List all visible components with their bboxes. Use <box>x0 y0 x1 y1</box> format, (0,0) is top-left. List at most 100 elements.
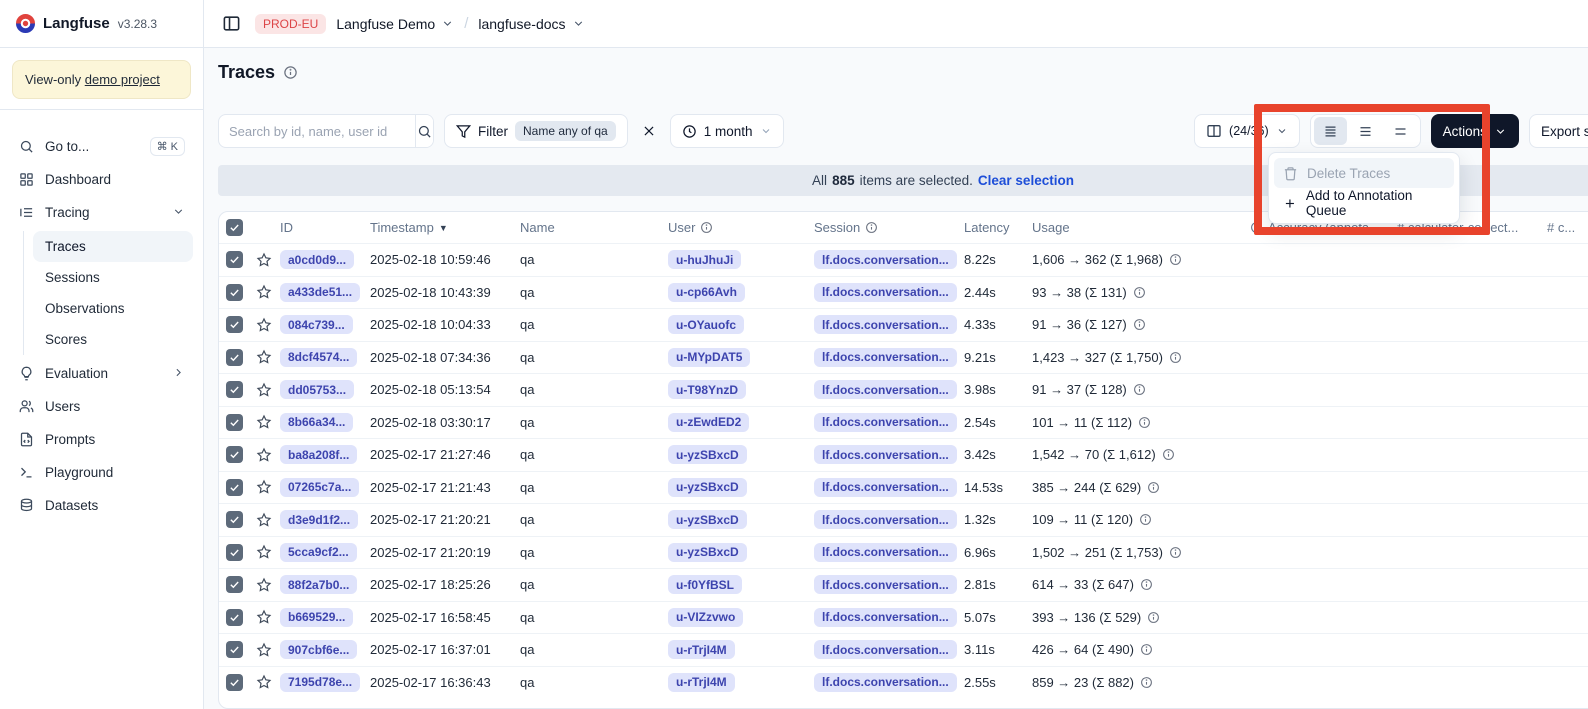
trace-id-badge[interactable]: 5cca9cf2... <box>280 543 357 562</box>
search-submit-button[interactable] <box>416 115 433 147</box>
table-row[interactable]: a0cd0d9... 2025-02-18 10:59:46 qa u-huJh… <box>219 243 1588 276</box>
sidebar-item-traces[interactable]: Traces <box>33 231 193 262</box>
column-header-session[interactable]: Session <box>814 220 964 235</box>
session-badge[interactable]: lf.docs.conversation... <box>814 543 957 562</box>
info-icon[interactable] <box>1133 383 1146 396</box>
user-badge[interactable]: u-rTrjI4M <box>668 640 735 659</box>
sidebar-item-scores[interactable]: Scores <box>33 324 193 355</box>
user-badge[interactable]: u-yzSBxcD <box>668 478 747 497</box>
star-icon[interactable] <box>256 382 272 398</box>
column-header-name[interactable]: Name <box>520 220 668 235</box>
row-checkbox[interactable] <box>226 284 243 301</box>
user-badge[interactable]: u-OYauofc <box>668 315 744 334</box>
star-icon[interactable] <box>256 512 272 528</box>
star-icon[interactable] <box>256 317 272 333</box>
star-icon[interactable] <box>256 674 272 690</box>
trace-id-badge[interactable]: b669529... <box>280 608 353 627</box>
trace-id-badge[interactable]: 07265c7a... <box>280 478 359 497</box>
row-checkbox[interactable] <box>226 674 243 691</box>
info-icon[interactable] <box>283 65 298 80</box>
row-checkbox[interactable] <box>226 479 243 496</box>
column-header-usage[interactable]: Usage <box>1032 220 1250 235</box>
info-icon[interactable] <box>1169 351 1182 364</box>
actions-button[interactable]: Actions <box>1431 114 1519 148</box>
row-height-large-button[interactable] <box>1384 117 1417 145</box>
columns-button[interactable]: (24/36) <box>1194 114 1300 148</box>
user-badge[interactable]: u-huJhuJi <box>668 250 741 269</box>
user-badge[interactable]: u-f0YfBSL <box>668 575 742 594</box>
table-row[interactable]: d3e9d1f2... 2025-02-17 21:20:21 qa u-yzS… <box>219 503 1588 536</box>
trace-id-badge[interactable]: a433de51... <box>280 283 360 302</box>
column-header-user[interactable]: User <box>668 220 814 235</box>
row-checkbox[interactable] <box>226 576 243 593</box>
table-row[interactable]: b669529... 2025-02-17 16:58:45 qa u-VIZz… <box>219 601 1588 634</box>
table-row[interactable]: dd05753... 2025-02-18 05:13:54 qa u-T98Y… <box>219 373 1588 406</box>
user-badge[interactable]: u-MYpDAT5 <box>668 348 750 367</box>
user-badge[interactable]: u-VIZzvwo <box>668 608 743 627</box>
table-row[interactable]: 084c739... 2025-02-18 10:04:33 qa u-OYau… <box>219 308 1588 341</box>
session-badge[interactable]: lf.docs.conversation... <box>814 413 957 432</box>
session-badge[interactable]: lf.docs.conversation... <box>814 673 957 692</box>
session-badge[interactable]: lf.docs.conversation... <box>814 478 957 497</box>
menu-item-add-to-annotation-queue[interactable]: Add to Annotation Queue <box>1274 188 1454 218</box>
menu-item-delete-traces[interactable]: Delete Traces <box>1274 158 1454 188</box>
table-row[interactable]: ba8a208f... 2025-02-17 21:27:46 qa u-yzS… <box>219 438 1588 471</box>
row-checkbox[interactable] <box>226 446 243 463</box>
session-badge[interactable]: lf.docs.conversation... <box>814 640 957 659</box>
column-header-latency[interactable]: Latency <box>964 220 1032 235</box>
clear-filter-button[interactable] <box>638 120 660 142</box>
trace-id-badge[interactable]: 907cbf6e... <box>280 640 357 659</box>
sidebar-item-playground[interactable]: Playground <box>10 456 193 489</box>
sidebar-toggle-button[interactable] <box>218 10 245 37</box>
table-row[interactable]: 8dcf4574... 2025-02-18 07:34:36 qa u-MYp… <box>219 341 1588 374</box>
session-badge[interactable]: lf.docs.conversation... <box>814 445 957 464</box>
trace-id-badge[interactable]: d3e9d1f2... <box>280 510 358 529</box>
trace-id-badge[interactable]: 88f2a7b0... <box>280 575 357 594</box>
row-checkbox[interactable] <box>226 251 243 268</box>
sidebar-item-observations[interactable]: Observations <box>33 293 193 324</box>
search-input[interactable] <box>219 124 415 139</box>
row-checkbox[interactable] <box>226 381 243 398</box>
row-checkbox[interactable] <box>226 544 243 561</box>
star-icon[interactable] <box>256 284 272 300</box>
export-selection-button[interactable]: Export selection <box>1529 114 1588 148</box>
row-checkbox[interactable] <box>226 414 243 431</box>
user-badge[interactable]: u-yzSBxcD <box>668 543 747 562</box>
star-icon[interactable] <box>256 479 272 495</box>
star-icon[interactable] <box>256 544 272 560</box>
info-icon[interactable] <box>1162 448 1175 461</box>
star-icon[interactable] <box>256 609 272 625</box>
user-badge[interactable]: u-rTrjI4M <box>668 673 735 692</box>
trace-id-badge[interactable]: 084c739... <box>280 315 353 334</box>
row-checkbox[interactable] <box>226 316 243 333</box>
info-icon[interactable] <box>1169 546 1182 559</box>
session-badge[interactable]: lf.docs.conversation... <box>814 250 957 269</box>
info-icon[interactable] <box>1139 513 1152 526</box>
row-checkbox[interactable] <box>226 349 243 366</box>
star-icon[interactable] <box>256 252 272 268</box>
info-icon[interactable] <box>1133 286 1146 299</box>
trace-id-badge[interactable]: a0cd0d9... <box>280 250 354 269</box>
session-badge[interactable]: lf.docs.conversation... <box>814 575 957 594</box>
trace-id-badge[interactable]: dd05753... <box>280 380 354 399</box>
trace-id-badge[interactable]: 7195d78e... <box>280 673 360 692</box>
user-badge[interactable]: u-T98YnzD <box>668 380 746 399</box>
filter-button[interactable]: Filter Name any of qa <box>444 114 628 148</box>
info-icon[interactable] <box>1133 318 1146 331</box>
table-row[interactable]: 8b66a34... 2025-02-18 03:30:17 qa u-zEwd… <box>219 406 1588 439</box>
session-badge[interactable]: lf.docs.conversation... <box>814 510 957 529</box>
trace-id-badge[interactable]: 8dcf4574... <box>280 348 357 367</box>
table-row[interactable]: a433de51... 2025-02-18 10:43:39 qa u-cp6… <box>219 276 1588 309</box>
table-row[interactable]: 5cca9cf2... 2025-02-17 21:20:19 qa u-yzS… <box>219 536 1588 569</box>
trace-id-badge[interactable]: ba8a208f... <box>280 445 357 464</box>
sidebar-item-prompts[interactable]: Prompts <box>10 423 193 456</box>
column-header-timestamp[interactable]: Timestamp▼ <box>370 220 520 235</box>
row-height-small-button[interactable] <box>1314 117 1347 145</box>
row-height-medium-button[interactable] <box>1349 117 1382 145</box>
info-icon[interactable] <box>1140 578 1153 591</box>
session-badge[interactable]: lf.docs.conversation... <box>814 608 957 627</box>
row-checkbox[interactable] <box>226 511 243 528</box>
sidebar-item-sessions[interactable]: Sessions <box>33 262 193 293</box>
session-badge[interactable]: lf.docs.conversation... <box>814 348 957 367</box>
session-badge[interactable]: lf.docs.conversation... <box>814 315 957 334</box>
